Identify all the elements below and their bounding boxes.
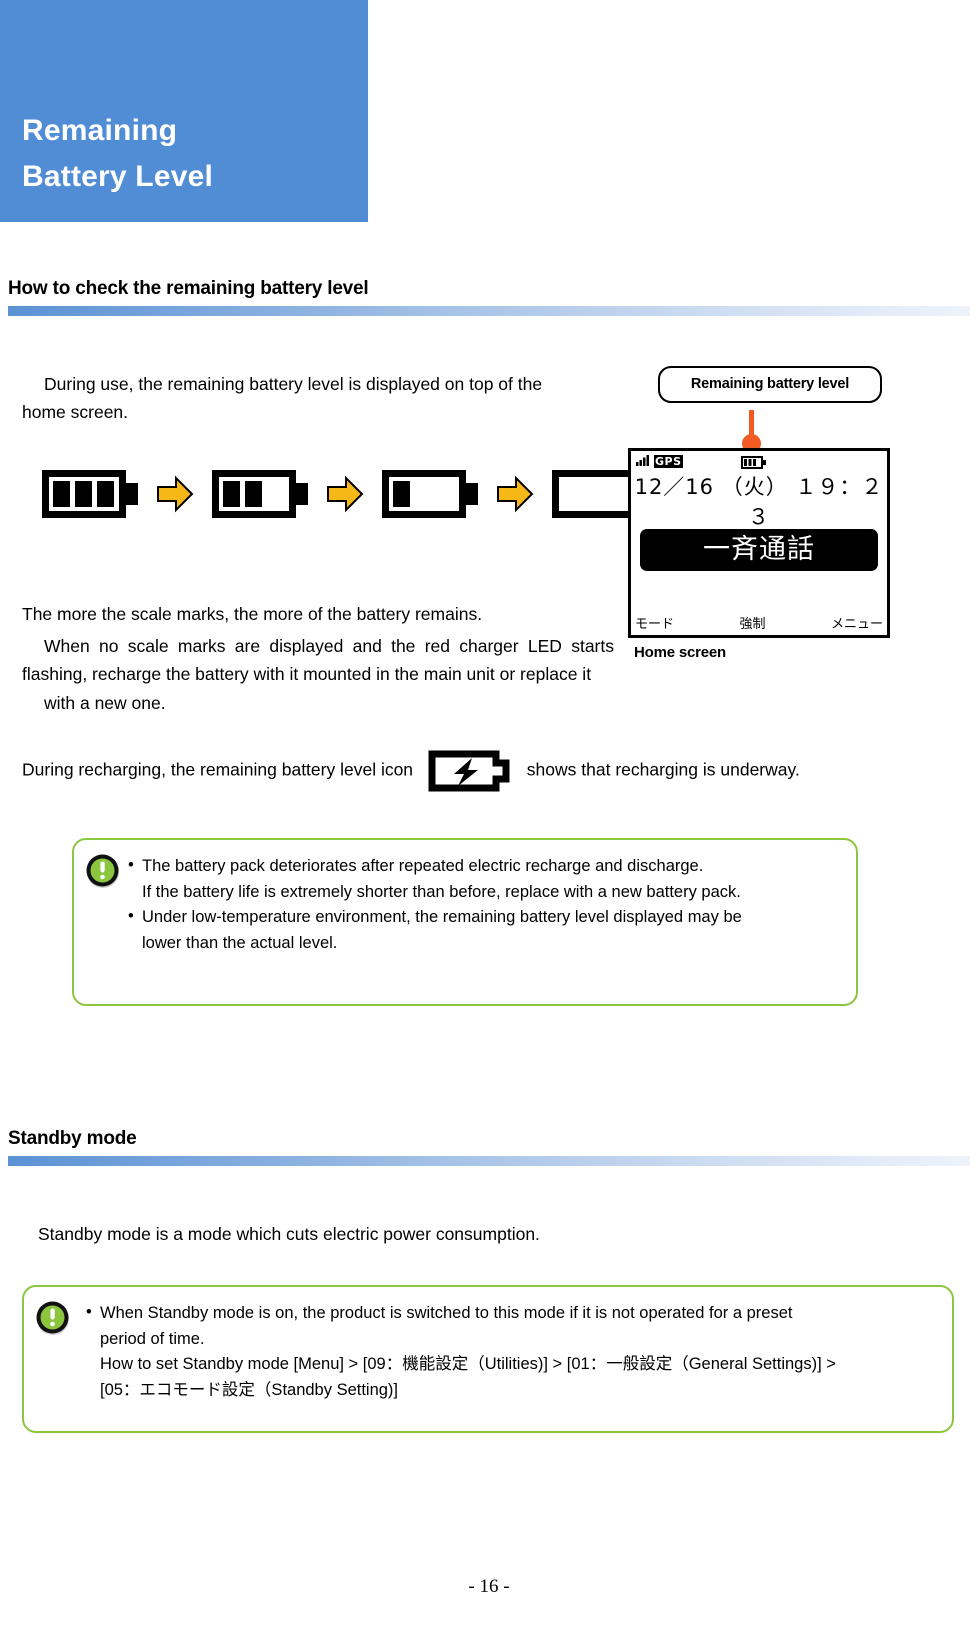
chapter-banner: Remaining Battery Level [0, 0, 368, 222]
chapter-title: Remaining Battery Level [22, 108, 213, 199]
paragraph-standby-intro: Standby mode is a mode which cuts electr… [38, 1224, 540, 1244]
note-line-text: period of time. [100, 1329, 205, 1348]
callout-remaining-battery-level: Remaining battery level [658, 366, 882, 403]
arrow-right-icon-2 [324, 473, 366, 515]
note-box-standby-body: • When Standby mode is on, the product i… [86, 1301, 942, 1403]
lcd-status-bar: GPS [636, 454, 683, 469]
exclamation-circle-icon [84, 852, 122, 890]
page-footer: - 16 - [0, 1576, 978, 1598]
note-box-standby: • When Standby mode is on, the product i… [22, 1285, 954, 1433]
arrow-right-icon-3 [494, 473, 536, 515]
battery-full-3-bars-icon [42, 470, 138, 518]
note-line-text: If the battery life is extremely shorter… [142, 882, 741, 901]
device-lcd-screen: GPS 12／16 （火） １９：２３ 一斉通話 モード 強制 メニュー [628, 448, 890, 638]
arrow-right-icon-1 [154, 473, 196, 515]
paragraph-recharging-after: shows that recharging is underway. [526, 759, 800, 780]
paragraph-recharging: During recharging, the remaining battery… [22, 750, 952, 792]
note-line: If the battery life is extremely shorter… [128, 880, 844, 906]
note-line: • When Standby mode is on, the product i… [86, 1301, 942, 1327]
note-line: • Under low-temperature environment, the… [128, 905, 844, 931]
home-screen-illustration: Remaining battery level GPS 12／16 （火） １９… [626, 366, 896, 661]
note-line-text: When Standby mode is on, the product is … [100, 1304, 793, 1322]
battery-charging-icon [428, 750, 512, 792]
lcd-battery-indicator-icon [741, 454, 767, 469]
softkey-center[interactable]: 強制 [739, 613, 765, 632]
section-rule-standby [8, 1156, 970, 1166]
battery-2-bars-icon [212, 470, 308, 518]
chapter-title-line-1: Remaining [22, 114, 178, 147]
lcd-date-time: 12／16 （火） １９：２３ [631, 471, 887, 531]
note-line: How to set Standby mode [Menu] > [09：機能設… [86, 1352, 942, 1378]
paragraph-scale-marks: The more the scale marks, the more of th… [22, 604, 483, 624]
paragraph-no-scale-marks: When no scale marks are displayed and th… [22, 632, 614, 717]
section-rule-check [8, 306, 970, 316]
section-heading-check: How to check the remaining battery level [8, 278, 970, 316]
note-line-text: lower than the actual level. [142, 933, 338, 952]
chapter-title-line-2: Battery Level [22, 159, 214, 193]
page-number: - 16 - [468, 1576, 510, 1597]
note-line-text: How to set Standby mode [Menu] > [09：機能設… [100, 1355, 836, 1374]
note-line-text: The battery pack deteriorates after repe… [142, 857, 704, 875]
exclamation-circle-icon [34, 1299, 72, 1337]
note-line: • The battery pack deteriorates after re… [128, 854, 844, 880]
lcd-gps-label: GPS [654, 455, 683, 468]
softkey-right[interactable]: メニュー [831, 613, 883, 632]
section-title-standby: Standby mode [8, 1128, 137, 1149]
battery-level-sequence [42, 470, 648, 518]
note-line: lower than the actual level. [128, 931, 844, 957]
note-line-text: Under low-temperature environment, the r… [142, 908, 742, 927]
lcd-weekday: （火） [721, 475, 788, 499]
lcd-mode-banner: 一斉通話 [640, 529, 878, 571]
paragraph-no-scale-marks-text: When no scale marks are displayed and th… [22, 636, 614, 685]
lcd-softkey-bar: モード 強制 メニュー [635, 613, 883, 632]
battery-1-bar-icon [382, 470, 478, 518]
section-title-check: How to check the remaining battery level [8, 278, 369, 299]
note-line: [05：エコモード設定（Standby Setting)] [86, 1378, 942, 1404]
bullet-icon: • [128, 907, 134, 926]
section-heading-standby: Standby mode [8, 1128, 970, 1166]
lcd-date: 12／16 [634, 475, 715, 499]
note-line: period of time. [86, 1327, 942, 1353]
paragraph-intro: During use, the remaining battery level … [22, 374, 543, 423]
bullet-icon: • [86, 1303, 92, 1321]
home-screen-caption: Home screen [634, 644, 727, 661]
bullet-icon: • [128, 856, 134, 874]
signal-bars-icon [636, 454, 651, 469]
note-box-battery-body: • The battery pack deteriorates after re… [128, 854, 844, 956]
note-line-text: [05：エコモード設定（Standby Setting)] [100, 1380, 399, 1399]
note-box-battery: • The battery pack deteriorates after re… [72, 838, 858, 1006]
paragraph-recharging-before: During recharging, the remaining battery… [22, 759, 414, 780]
softkey-left[interactable]: モード [635, 613, 674, 632]
paragraph-no-scale-marks-lastline: with a new one. [44, 692, 166, 713]
